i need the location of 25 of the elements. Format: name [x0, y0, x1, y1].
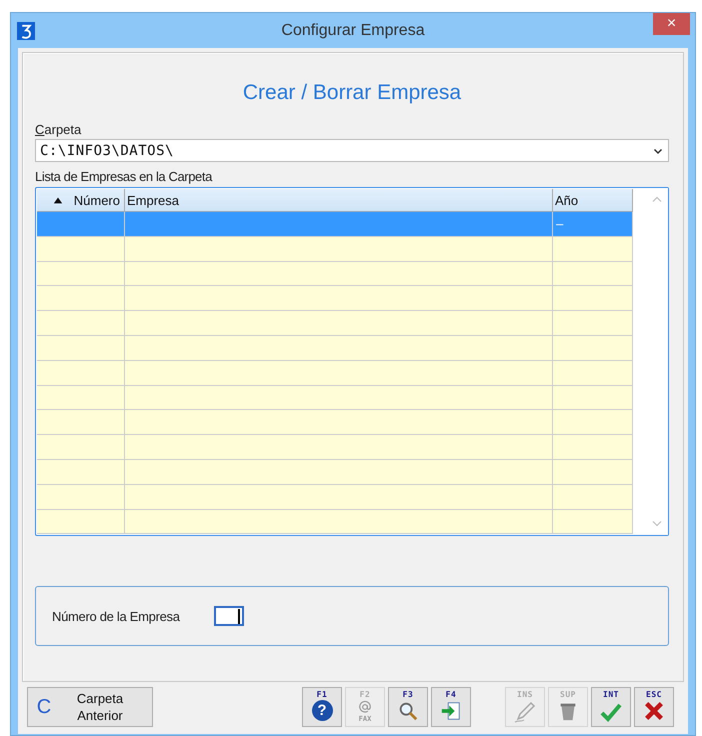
folder-label: Carpeta: [35, 122, 82, 137]
number-input-field[interactable]: [214, 606, 244, 626]
app-logo-icon: [17, 22, 35, 40]
previous-folder-button[interactable]: C Carpeta Anterior: [27, 687, 153, 727]
function-key-button[interactable]: F1 ?: [302, 687, 342, 727]
exit-icon: [440, 700, 462, 722]
pen-icon: [513, 700, 537, 724]
function-key-button[interactable]: F4: [431, 687, 471, 727]
table-cell: –: [553, 212, 633, 237]
x-mark-icon: [643, 700, 665, 722]
dialog-heading: Crear / Borrar Empresa: [242, 81, 462, 105]
function-key-button[interactable]: ESC: [634, 687, 674, 727]
column-header[interactable]: Número: [37, 189, 125, 212]
list-label: Lista de Empresas en la Carpeta: [35, 169, 214, 184]
column-header[interactable]: Año: [553, 189, 633, 212]
column-header[interactable]: Empresa: [125, 189, 553, 212]
number-label: Número de la Empresa: [52, 608, 180, 624]
help-icon: ?: [312, 700, 332, 721]
folder-dropdown[interactable]: C:\INFO3\DATOS\: [35, 139, 669, 162]
close-button[interactable]: ×: [653, 13, 690, 35]
window-title: Configurar Empresa: [281, 22, 425, 40]
at-sign-icon: [358, 700, 372, 714]
search-icon: [397, 700, 419, 722]
function-key-button[interactable]: INT: [591, 687, 631, 727]
function-key-button[interactable]: F3: [388, 687, 428, 727]
